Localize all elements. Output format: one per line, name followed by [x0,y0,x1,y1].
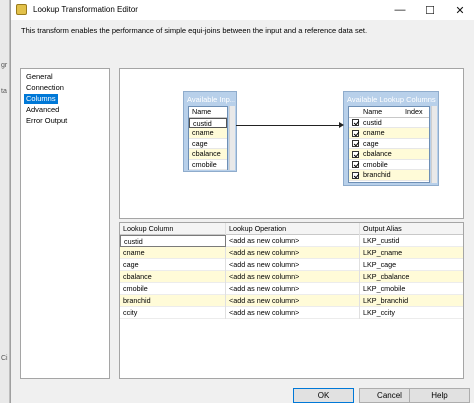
lookup-column-item[interactable]: custid [349,117,429,128]
checkbox-checked-icon[interactable] [352,129,359,137]
lookup-column-cell[interactable]: cage [120,259,226,271]
window-title: Lookup Transformation Editor [33,5,138,14]
checkbox-checked-icon[interactable] [352,119,359,126]
lookup-column-cell[interactable]: ccity [120,307,226,319]
table-row[interactable]: custid <add as new column> LKP_custid [120,235,463,247]
checkbox-checked-icon[interactable] [352,140,359,147]
join-connector-line[interactable] [236,125,341,126]
lookup-column-item[interactable]: branchid [349,170,429,181]
input-column-item[interactable]: cbalance [189,149,227,160]
lookup-column-item[interactable]: cmobile [349,159,429,170]
nav-item-advanced[interactable]: Advanced [24,105,61,115]
table-row[interactable]: cbalance <add as new column> LKP_cbalanc… [120,271,463,283]
lookup-column-label: cbalance [363,149,392,158]
input-list-scrollbar[interactable] [229,106,235,170]
checkbox-checked-icon[interactable] [352,150,359,158]
minimize-button[interactable]: — [385,0,415,20]
output-alias-cell[interactable]: LKP_cmobile [360,283,463,295]
lookup-column-cell[interactable]: branchid [120,295,226,307]
lookup-header-index: Index [405,107,423,116]
input-column-item[interactable]: cmobile [189,160,227,170]
lookup-box-title: Available Lookup Columns [347,95,436,104]
lookup-operation-cell[interactable]: <add as new column> [226,283,360,295]
edge-fragment: Ci [1,355,8,362]
lookup-operation-cell[interactable]: <add as new column> [226,259,360,271]
header-lookup-operation[interactable]: Lookup Operation [226,223,360,235]
edge-fragment: ta [1,88,7,95]
table-row[interactable]: cname <add as new column> LKP_cname [120,247,463,259]
lookup-column-item[interactable]: cbalance [349,149,429,160]
lookup-operation-cell[interactable]: <add as new column> [226,271,360,283]
output-alias-cell[interactable]: LKP_cage [360,259,463,271]
nav-item-general[interactable]: General [24,72,55,82]
nav-item-columns[interactable]: Columns [24,94,58,104]
lookup-operation-cell[interactable]: <add as new column> [226,295,360,307]
lookup-column-cell[interactable]: cbalance [120,271,226,283]
lookup-list-header: Name Index [349,107,429,118]
input-column-item[interactable]: cname [189,128,227,139]
output-alias-cell[interactable]: LKP_cname [360,247,463,259]
lookup-column-item[interactable]: cname [349,128,429,139]
grid-header-row: Lookup Column Lookup Operation Output Al… [120,223,463,235]
background-window-edge: gr ta Ci [0,0,10,403]
nav-item-error-output[interactable]: Error Output [24,116,69,126]
lookup-column-cell[interactable]: cname [120,247,226,259]
lookup-column-label: cmobile [363,159,388,169]
available-lookup-columns-box[interactable]: Available Lookup Columns Name Index cust… [343,91,439,186]
output-alias-cell[interactable]: LKP_cbalance [360,271,463,283]
transform-description: This transform enables the performance o… [21,26,368,35]
column-mapping-canvas: Available Inp... Name custid cname cage … [119,68,464,219]
nav-item-connection[interactable]: Connection [24,83,66,93]
header-output-alias[interactable]: Output Alias [360,223,463,235]
ok-button[interactable]: OK [293,388,354,403]
join-arrow-icon [339,122,344,128]
output-alias-cell[interactable]: LKP_ccity [360,307,463,319]
page-navigation: General Connection Columns Advanced Erro… [20,68,110,379]
input-box-title: Available Inp... [187,95,235,104]
table-row[interactable]: cage <add as new column> LKP_cage [120,259,463,271]
close-button[interactable]: ✕ [445,0,474,20]
lookup-list-scrollbar[interactable] [431,106,437,183]
lookup-column-cell[interactable]: custid [120,235,226,247]
lookup-header-name: Name [363,107,383,116]
edge-fragment: gr [1,62,8,69]
input-columns-list: Name custid cname cage cbalance cmobile [188,106,228,170]
help-button[interactable]: Help [409,388,470,403]
table-row[interactable]: ccity <add as new column> LKP_ccity [120,307,463,319]
table-row[interactable]: branchid <add as new column> LKP_branchi… [120,295,463,307]
checkbox-checked-icon[interactable] [352,161,359,168]
lookup-column-label: branchid [363,170,391,179]
lookup-operation-cell[interactable]: <add as new column> [226,307,360,319]
output-alias-cell[interactable]: LKP_custid [360,235,463,247]
available-input-columns-box[interactable]: Available Inp... Name custid cname cage … [183,91,237,172]
lookup-column-label: cname [363,128,385,137]
lookup-columns-list: Name Index custid cname cage cbalance cm… [348,106,430,183]
output-columns-grid: Lookup Column Lookup Operation Output Al… [119,222,464,379]
lookup-column-label: custid [363,117,382,127]
maximize-button[interactable]: ☐ [415,0,445,20]
lookup-editor-window: Lookup Transformation Editor — ☐ ✕ This … [10,0,474,403]
input-list-header: Name [189,107,227,118]
checkbox-checked-icon[interactable] [352,171,359,179]
lookup-column-label: cage [363,138,379,148]
ssis-lookup-icon [16,4,27,15]
output-alias-cell[interactable]: LKP_branchid [360,295,463,307]
title-bar[interactable]: Lookup Transformation Editor — ☐ ✕ [11,0,474,20]
lookup-column-cell[interactable]: cmobile [120,283,226,295]
lookup-operation-cell[interactable]: <add as new column> [226,235,360,247]
input-column-item[interactable]: cage [189,139,227,149]
lookup-operation-cell[interactable]: <add as new column> [226,247,360,259]
lookup-column-item[interactable]: cage [349,138,429,149]
table-row[interactable]: cmobile <add as new column> LKP_cmobile [120,283,463,295]
input-column-item[interactable]: custid [189,117,227,128]
header-lookup-column[interactable]: Lookup Column [120,223,226,235]
